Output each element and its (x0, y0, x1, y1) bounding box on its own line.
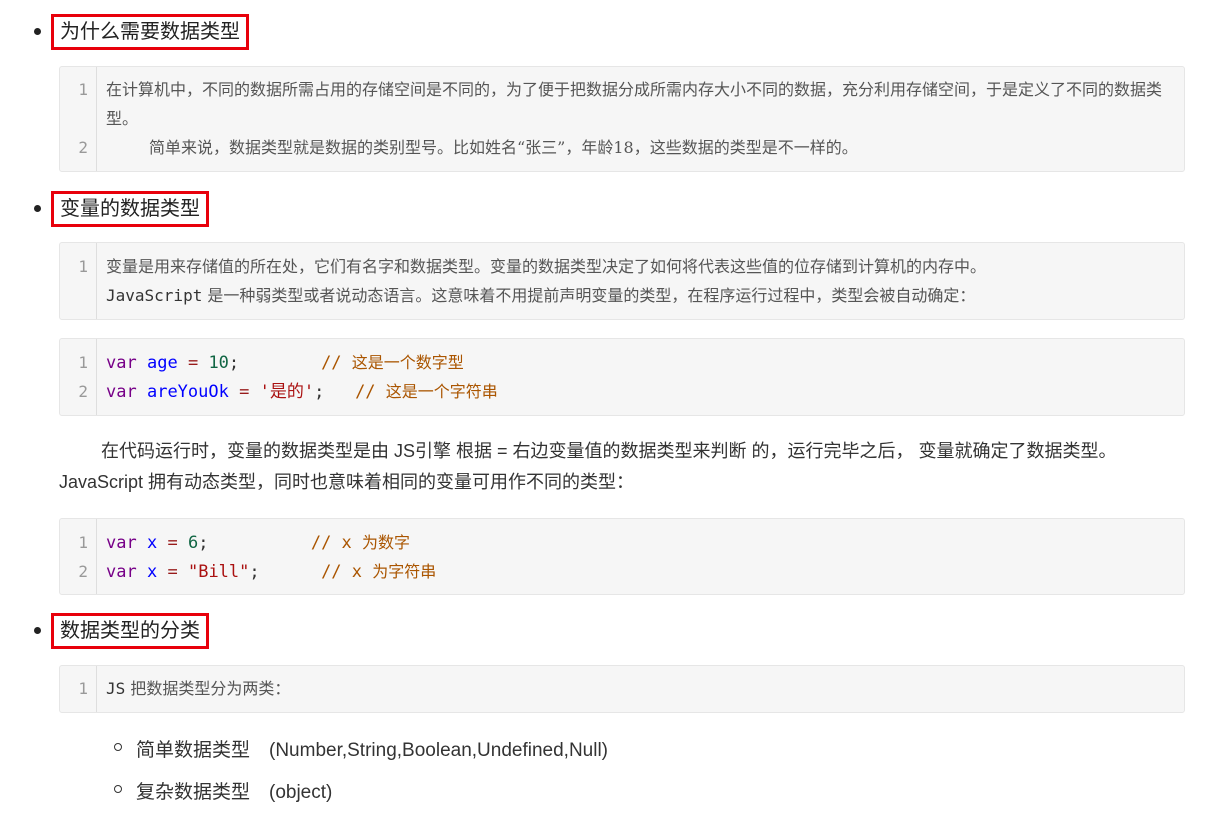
block-line-2: 简单来说，数据类型就是数据的类别型号。比如姓名“张三”，年龄18，这些数据的类型… (106, 133, 1166, 162)
keyword: var (106, 382, 137, 402)
code-block-dynamic: 1 2 var x = 6; // x 为数字 var x = "Bill"; … (59, 518, 1185, 595)
operator: = (187, 353, 199, 373)
text-block-classification: 1 JS 把数据类型分为两类： (59, 665, 1185, 713)
paragraph-dynamic-types: 在代码运行时，变量的数据类型是由 JS引擎 根据 = 右边变量值的数据类型来判断… (59, 436, 1185, 498)
code-line-2: var areYouOk = '是的'; // 这是一个字符串 (106, 377, 498, 407)
section-bullet (34, 205, 41, 212)
block-line-1-text: 把数据类型分为两类： (125, 679, 291, 698)
comment-text: 这是一个数字型 (351, 353, 464, 372)
block-line-1: 变量是用来存储值的所在处，它们有名字和数据类型。变量的数据类型决定了如何将代表这… (106, 257, 987, 276)
string-literal: "Bill" (187, 562, 250, 582)
section-title-why-data-types: 为什么需要数据类型 (51, 14, 249, 50)
block-line-1-cont: JavaScript 是一种弱类型或者说动态语言。这意味着不用提前声明变量的类型… (106, 281, 1166, 310)
section-title-type-classification: 数据类型的分类 (51, 613, 209, 649)
code-line-1: var x = 6; // x 为数字 (106, 528, 410, 558)
punctuation: ; (198, 533, 209, 553)
number-literal: 6 (187, 533, 199, 553)
sub-bullet (114, 743, 122, 751)
section-title-variable-types: 变量的数据类型 (51, 191, 209, 227)
punctuation: ; (249, 562, 260, 582)
number-literal: 10 (208, 353, 229, 373)
code-line-1: var age = 10; // 这是一个数字型 (106, 348, 464, 378)
comment-text: 为数字 (362, 533, 411, 552)
comment-text: 这是一个字符串 (385, 382, 498, 401)
block-line-1: JS 把数据类型分为两类： (106, 674, 1166, 703)
section-bullet (34, 28, 41, 35)
operator: = (239, 382, 250, 402)
block-line-2-text: 简单来说，数据类型就是数据的类别型号。比如姓名“张三”，年龄18，这些数据的类型… (149, 138, 858, 157)
block-line-1: 在计算机中，不同的数据所需占用的存储空间是不同的，为了便于把数据分成所需内存大小… (106, 80, 1163, 128)
keyword: var (106, 353, 137, 373)
string-literal: '是的' (259, 382, 315, 402)
variable-name: areYouOk (146, 382, 229, 402)
line-number: 1 (78, 533, 88, 552)
text-block-why: 1 2 在计算机中，不同的数据所需占用的存储空间是不同的，为了便于把数据分成所需… (59, 66, 1185, 172)
code-block-declare: 1 2 var age = 10; // 这是一个数字型 var areYouO… (59, 338, 1185, 416)
code-term-js: JS (106, 679, 126, 698)
line-number: 2 (78, 382, 88, 401)
comment-slash: // (355, 382, 376, 402)
list-item-simple-types: 简单数据类型 (Number,String,Boolean,Undefined,… (136, 740, 609, 761)
operator: = (167, 533, 178, 553)
comment-slash: // x (321, 562, 363, 582)
variable-name: x (146, 533, 158, 553)
sub-bullet (114, 785, 122, 793)
line-number: 1 (78, 257, 88, 276)
section-bullet (34, 627, 41, 634)
list-item-complex-types: 复杂数据类型 (object) (136, 782, 333, 803)
paragraph-text: 在代码运行时，变量的数据类型是由 JS引擎 根据 = 右边变量值的数据类型来判断… (59, 441, 1117, 492)
variable-name: x (146, 562, 158, 582)
line-number: 1 (78, 80, 88, 99)
comment-text: 为字符串 (372, 562, 437, 581)
block-line-1-cont-text: 是一种弱类型或者说动态语言。这意味着不用提前声明变量的类型，在程序运行过程中，类… (202, 286, 976, 305)
variable-name: age (146, 353, 178, 373)
comment-slash: // x (310, 533, 352, 553)
line-gutter (60, 339, 97, 415)
punctuation: ; (314, 382, 325, 402)
line-number: 2 (78, 138, 88, 157)
line-number: 2 (78, 562, 88, 581)
text-block-variable: 1 变量是用来存储值的所在处，它们有名字和数据类型。变量的数据类型决定了如何将代… (59, 242, 1185, 320)
operator: = (167, 562, 178, 582)
line-number: 1 (78, 353, 88, 372)
code-line-2: var x = "Bill"; // x 为字符串 (106, 557, 436, 587)
keyword: var (106, 562, 137, 582)
line-gutter (60, 519, 97, 594)
keyword: var (106, 533, 137, 553)
code-term-javascript: JavaScript (106, 286, 203, 305)
comment-slash: // (321, 353, 342, 373)
line-number: 1 (78, 679, 88, 698)
punctuation: ; (228, 353, 240, 373)
line-gutter (60, 243, 97, 319)
